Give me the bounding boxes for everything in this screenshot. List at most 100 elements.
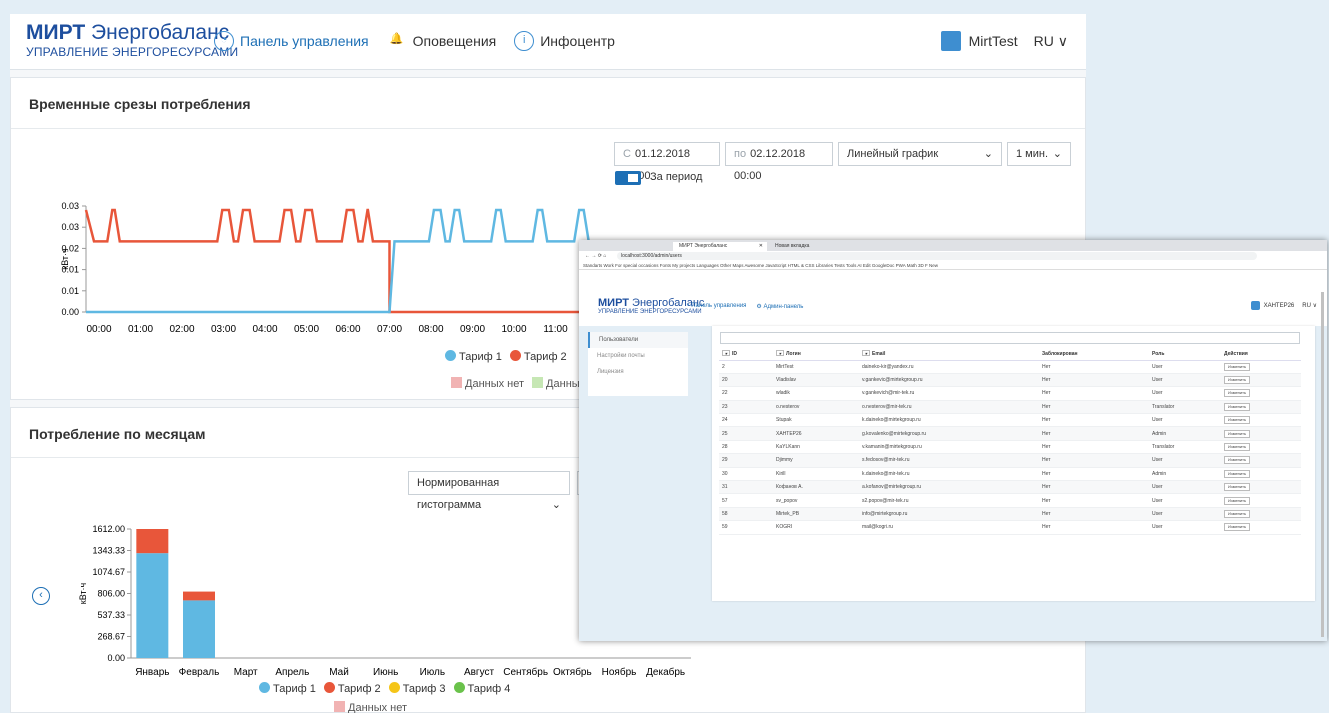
edit-user-button[interactable]: Изменить <box>1224 483 1251 492</box>
table-row: 24 Stupak k.daineko@mirtekgroup.ru Нет User И… <box>719 413 1301 428</box>
chevron-down-icon: ⌄ <box>1052 148 1062 160</box>
popup-scrollbar[interactable] <box>1321 292 1324 637</box>
popup-nav-dashboard[interactable]: ◔ Панель управления <box>686 303 746 310</box>
x-tick-label: 03:00 <box>211 324 236 335</box>
popup-user-menu[interactable]: ХАНТЕР26 RU ∨ <box>1250 301 1317 310</box>
sidebar-item-license[interactable]: Лицензия <box>588 364 688 380</box>
date-to-input[interactable]: по 02.12.2018 00:00 <box>725 142 833 182</box>
edit-user-button[interactable]: Изменить <box>1224 469 1251 478</box>
nav-dashboard[interactable]: ◔ Панель управления <box>214 31 369 51</box>
table-cell: Нет <box>1039 386 1149 401</box>
table-cell: v.kamanin@mirtekgroup.ru <box>859 440 1039 455</box>
table-cell: Нет <box>1039 520 1149 535</box>
browser-tab-active[interactable]: МИРТ Энергобаланс ✕ <box>673 242 767 251</box>
users-search-input[interactable] <box>720 332 1300 344</box>
tab-title: МИРТ Энергобаланс <box>679 243 728 249</box>
y-tick-label: 268.67 <box>97 632 125 642</box>
browser-popup: МИРТ Энергобаланс ✕ Новая вкладка ← → ⟳ … <box>579 240 1327 641</box>
table-cell: User <box>1149 493 1221 508</box>
legend-item[interactable]: Тариф 1 <box>259 682 316 695</box>
legend-item[interactable]: Тариф 4 <box>453 682 510 695</box>
table-row: 28 KaYLKann v.kamanin@mirtekgroup.ru Нет Tra… <box>719 440 1301 455</box>
table-cell: Translator <box>1149 400 1221 415</box>
legend-item[interactable]: Тариф 3 <box>388 682 446 695</box>
table-row: 31 Кофанов А. a.kofanov@mirtekgroup.ru Нет U… <box>719 480 1301 495</box>
nav-dashboard-label: Панель управления <box>240 33 369 49</box>
logo[interactable]: МИРТ Энергобаланс УПРАВЛЕНИЕ ЭНЕРГОРЕСУР… <box>26 22 238 58</box>
series-line-tariff1 <box>86 208 590 314</box>
column-header-label: ID <box>732 351 737 358</box>
language-select[interactable]: RU ∨ <box>1302 302 1317 309</box>
edit-user-button[interactable]: Изменить <box>1224 429 1251 438</box>
bookmarks-bar[interactable]: Standarts Work For special occasions Fon… <box>579 261 1327 270</box>
date-to-prefix: по <box>734 148 747 160</box>
table-cell: Admin <box>1149 467 1221 482</box>
x-tick-label: Февраль <box>179 667 220 678</box>
legend-item[interactable]: Тариф 1 <box>445 350 502 363</box>
legend-marker <box>388 682 400 693</box>
y-tick-label: 1612.00 <box>92 524 125 534</box>
table-cell: User <box>1149 507 1221 522</box>
table-cell: Kirill <box>773 467 859 482</box>
table-cell: k.daineko@mir-tek.ru <box>859 467 1039 482</box>
table-cell: mail@kogri.ru <box>859 520 1039 535</box>
nav-alerts[interactable]: 🔔 Оповещения <box>387 31 497 51</box>
table-cell: g.kovalenko@mirtekgroup.ru <box>859 426 1039 441</box>
nav-infocenter[interactable]: i Инфоцентр <box>514 31 615 51</box>
date-from-input[interactable]: С01.12.2018 00:00 <box>614 142 720 182</box>
legend-item[interactable]: Тариф 2 <box>323 682 381 695</box>
slices-title: Временные срезы потребления <box>29 96 251 112</box>
legend-item[interactable]: Тариф 2 <box>509 350 567 363</box>
monthly-legend-2: Данных нет <box>334 701 407 713</box>
edit-user-button[interactable]: Изменить <box>1224 416 1251 425</box>
popup-nav-admin[interactable]: ⚙ Админ-панель <box>756 303 803 310</box>
period-toggle[interactable] <box>615 171 641 185</box>
table-cell: sv_popov <box>773 493 859 508</box>
table-cell: User <box>1149 520 1221 535</box>
user-menu[interactable]: MirtTest RU ∨ <box>940 31 1068 51</box>
edit-user-button[interactable]: Изменить <box>1224 523 1251 532</box>
edit-user-button[interactable]: Изменить <box>1224 443 1251 452</box>
table-cell: Нет <box>1039 440 1149 455</box>
legend-label: Тариф 2 <box>523 351 567 363</box>
edit-user-button[interactable]: Изменить <box>1224 456 1251 465</box>
table-cell: Нет <box>1039 480 1149 495</box>
table-cell: s2.popov@mir-tek.ru <box>859 493 1039 508</box>
browser-tab-new[interactable]: Новая вкладка <box>769 242 863 251</box>
edit-user-button[interactable]: Изменить <box>1224 376 1251 385</box>
monthly-chart-type-value: Нормированная гистограмма <box>417 477 500 511</box>
nav-buttons-icon[interactable]: ← → ⟳ ⌂ <box>585 253 606 259</box>
legend-label: Тариф 2 <box>337 683 381 695</box>
sidebar-item-users[interactable]: Пользователи <box>588 332 688 348</box>
table-cell: 23 <box>719 400 773 415</box>
table-row: 29 Djimmy s.fedosov@mir-tek.ru Нет User Измен… <box>719 453 1301 468</box>
edit-user-button[interactable]: Изменить <box>1224 389 1251 398</box>
column-header[interactable]: ▾ Email <box>859 348 1039 361</box>
admin-sidebar: Пользователи Настройки почты Лицензия <box>588 332 688 396</box>
chart-type-value: Линейный график <box>847 148 939 160</box>
table-cell: Изменить <box>1221 493 1301 508</box>
bar-Тариф-2 <box>183 591 215 601</box>
table-row: 2 MirtTest daineko-kir@yandex.ru Нет User Изм… <box>719 360 1301 374</box>
language-select[interactable]: RU ∨ <box>1034 33 1068 50</box>
table-cell: MirtTest <box>773 360 859 374</box>
column-header[interactable]: ▾ Логин <box>773 348 859 361</box>
x-tick-label: Ноябрь <box>602 666 637 678</box>
chart-type-select[interactable]: Линейный график ⌄ <box>838 142 1002 166</box>
monthly-chart-type-select[interactable]: Нормированная гистограмма ⌄ <box>408 471 570 511</box>
table-header-row: ▾ ID ▾ Логин ▾ Email Заблокирован Роль Дейс… <box>719 348 1301 361</box>
interval-select[interactable]: 1 мин. ⌄ <box>1007 142 1071 166</box>
sidebar-item-mail-settings[interactable]: Настройки почты <box>588 348 688 364</box>
edit-user-button[interactable]: Изменить <box>1224 509 1251 518</box>
table-cell: Изменить <box>1221 440 1301 455</box>
edit-user-button[interactable]: Изменить <box>1224 496 1251 505</box>
browser-tabbar: МИРТ Энергобаланс ✕ Новая вкладка <box>579 240 1327 251</box>
edit-user-button[interactable]: Изменить <box>1224 402 1251 411</box>
edit-user-button[interactable]: Изменить <box>1224 362 1251 371</box>
close-icon[interactable]: ✕ <box>759 242 763 251</box>
chevron-down-icon: ⌄ <box>983 148 993 160</box>
column-header[interactable]: ▾ ID <box>719 348 773 361</box>
table-cell: 29 <box>719 453 773 468</box>
nav-alerts-label: Оповещения <box>412 33 497 49</box>
url-input[interactable]: localhost:3000/admin/users <box>617 252 1257 260</box>
